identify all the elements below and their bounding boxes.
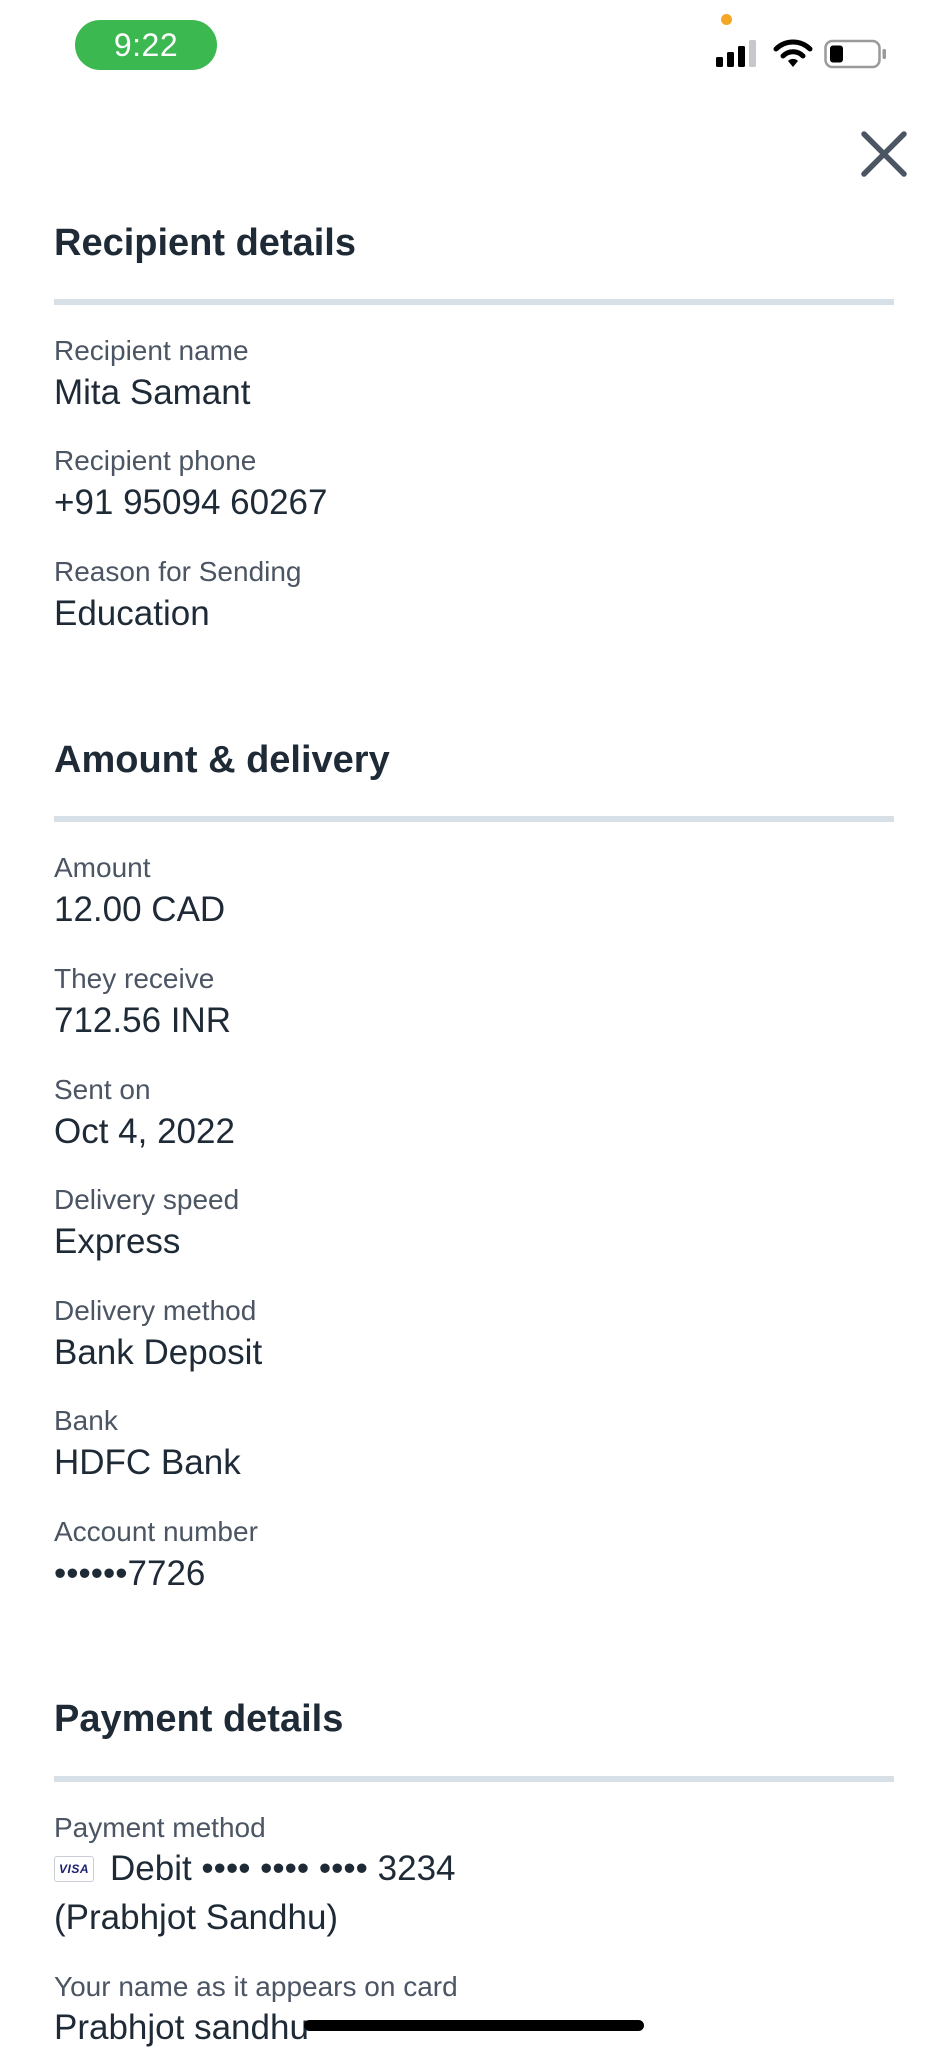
privacy-indicator-dot	[721, 14, 732, 25]
amount-divider	[54, 816, 894, 822]
reason-value: Education	[54, 594, 210, 633]
bank-value: HDFC Bank	[54, 1443, 241, 1482]
delivery-method-value: Bank Deposit	[54, 1333, 263, 1372]
sent-on-value: Oct 4, 2022	[54, 1112, 235, 1151]
close-icon[interactable]	[858, 128, 910, 180]
wifi-icon	[773, 39, 813, 67]
visa-card-icon: VISA	[54, 1856, 94, 1882]
reason-label: Reason for Sending	[54, 556, 302, 587]
recipient-details-title: Recipient details	[54, 222, 356, 264]
battery-icon	[824, 39, 886, 69]
recipient-divider	[54, 299, 894, 305]
card-name-value: Prabhjot sandhu	[54, 2008, 309, 2047]
card-name-label: Your name as it appears on card	[54, 1971, 458, 2002]
payment-method-label: Payment method	[54, 1812, 266, 1843]
amount-label: Amount	[54, 852, 151, 883]
bank-label: Bank	[54, 1405, 118, 1436]
delivery-speed-label: Delivery speed	[54, 1184, 240, 1215]
they-receive-label: They receive	[54, 963, 215, 994]
amount-delivery-title: Amount & delivery	[54, 739, 390, 781]
recipient-name-value: Mita Samant	[54, 373, 251, 412]
delivery-method-label: Delivery method	[54, 1295, 257, 1326]
they-receive-value: 712.56 INR	[54, 1001, 232, 1040]
status-bar: 9:22	[0, 0, 947, 90]
recipient-phone-value: +91 95094 60267	[54, 483, 328, 522]
payment-details-title: Payment details	[54, 1698, 344, 1740]
payment-card-number: Debit •••• •••• •••• 3234	[110, 1849, 456, 1888]
amount-value: 12.00 CAD	[54, 890, 226, 929]
account-number-value: ••••••7726	[54, 1554, 206, 1593]
delivery-speed-value: Express	[54, 1222, 181, 1261]
sent-on-label: Sent on	[54, 1074, 151, 1105]
status-time: 9:22	[75, 20, 217, 70]
payment-divider	[54, 1776, 894, 1782]
payment-card-holder: (Prabhjot Sandhu)	[54, 1898, 339, 1937]
account-number-label: Account number	[54, 1516, 258, 1547]
home-indicator	[304, 2020, 644, 2031]
payment-card-row: VISA Debit •••• •••• •••• 3234	[54, 1849, 456, 1889]
recipient-phone-label: Recipient phone	[54, 445, 257, 476]
recipient-name-label: Recipient name	[54, 335, 249, 366]
signal-icon	[716, 40, 756, 67]
